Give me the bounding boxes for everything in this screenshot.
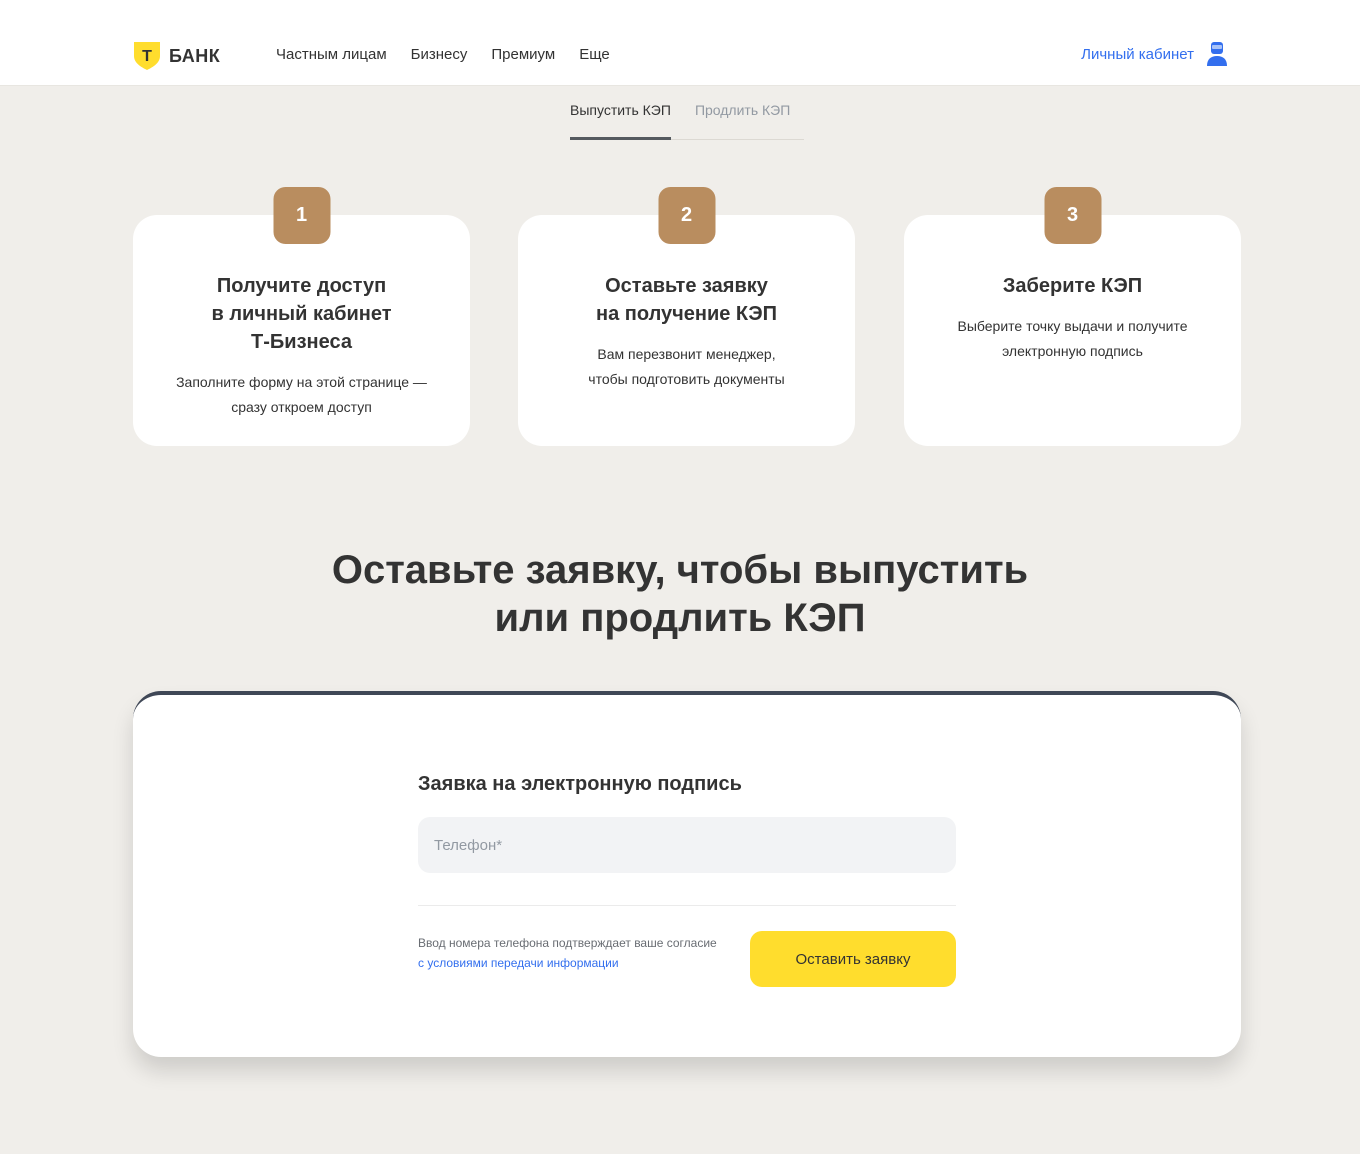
step-text: Выберите точку выдачи и получите электро… bbox=[957, 318, 1188, 359]
step-card-3: 3 Заберите КЭП Выберите точку выдачи и п… bbox=[904, 187, 1241, 446]
nav-item-more[interactable]: Еще bbox=[579, 46, 610, 63]
step-card-2: 2 Оставьте заявку на получение КЭП Вам п… bbox=[518, 187, 855, 446]
step-text: Заполните форму на этой странице — сразу… bbox=[176, 374, 427, 415]
account-label: Личный кабинет bbox=[1081, 45, 1194, 63]
step-text: Вам перезвонит менеджер, чтобы подготови… bbox=[588, 346, 785, 387]
step-title: Получите доступ в личный кабинет Т-Бизне… bbox=[211, 275, 392, 353]
t-bank-shield-icon: Т bbox=[134, 42, 160, 70]
step-title: Заберите КЭП bbox=[1002, 275, 1143, 297]
nav-item-premium[interactable]: Премиум bbox=[491, 46, 555, 63]
nav-item-individuals[interactable]: Частным лицам bbox=[276, 46, 387, 63]
form-title: Заявка на электронную подпись bbox=[418, 773, 742, 795]
main-heading: Оставьте заявку, чтобы выпустить или про… bbox=[331, 548, 1029, 640]
step-title: Оставьте заявку на получение КЭП bbox=[596, 275, 777, 325]
nav-item-business[interactable]: Бизнесу bbox=[411, 46, 468, 63]
step-number-badge: 2 bbox=[658, 187, 715, 244]
step-number-badge: 1 bbox=[273, 187, 330, 244]
application-form-card: Заявка на электронную подпись Ввод номер… bbox=[133, 691, 1241, 1057]
phone-input[interactable] bbox=[418, 817, 956, 873]
kep-tabs: Выпустить КЭП Продлить КЭП bbox=[570, 102, 804, 140]
user-icon bbox=[1207, 42, 1227, 66]
consent-label: Ввод номера телефона подтверждает ваше с… bbox=[418, 936, 717, 950]
consent-text: Ввод номера телефона подтверждает ваше с… bbox=[418, 933, 718, 973]
logo-text: БАНК bbox=[169, 45, 221, 66]
t-bank-logo[interactable]: Т БАНК bbox=[133, 41, 220, 71]
submit-application-button[interactable]: Оставить заявку bbox=[750, 931, 956, 987]
main-nav: Частным лицам Бизнесу Премиум Еще bbox=[276, 46, 610, 63]
account-link[interactable]: Личный кабинет bbox=[1081, 42, 1228, 66]
form-divider bbox=[418, 905, 956, 906]
step-card-1: 1 Получите доступ в личный кабинет Т-Биз… bbox=[133, 187, 470, 446]
svg-text:Т: Т bbox=[142, 48, 152, 65]
step-number-badge: 3 bbox=[1044, 187, 1101, 244]
consent-terms-link[interactable]: с условиями передачи информации bbox=[418, 956, 619, 970]
tab-renew-kep[interactable]: Продлить КЭП bbox=[695, 102, 790, 140]
tab-issue-kep[interactable]: Выпустить КЭП bbox=[570, 102, 671, 140]
site-header: Т БАНК Частным лицам Бизнесу Премиум Еще… bbox=[0, 0, 1360, 86]
